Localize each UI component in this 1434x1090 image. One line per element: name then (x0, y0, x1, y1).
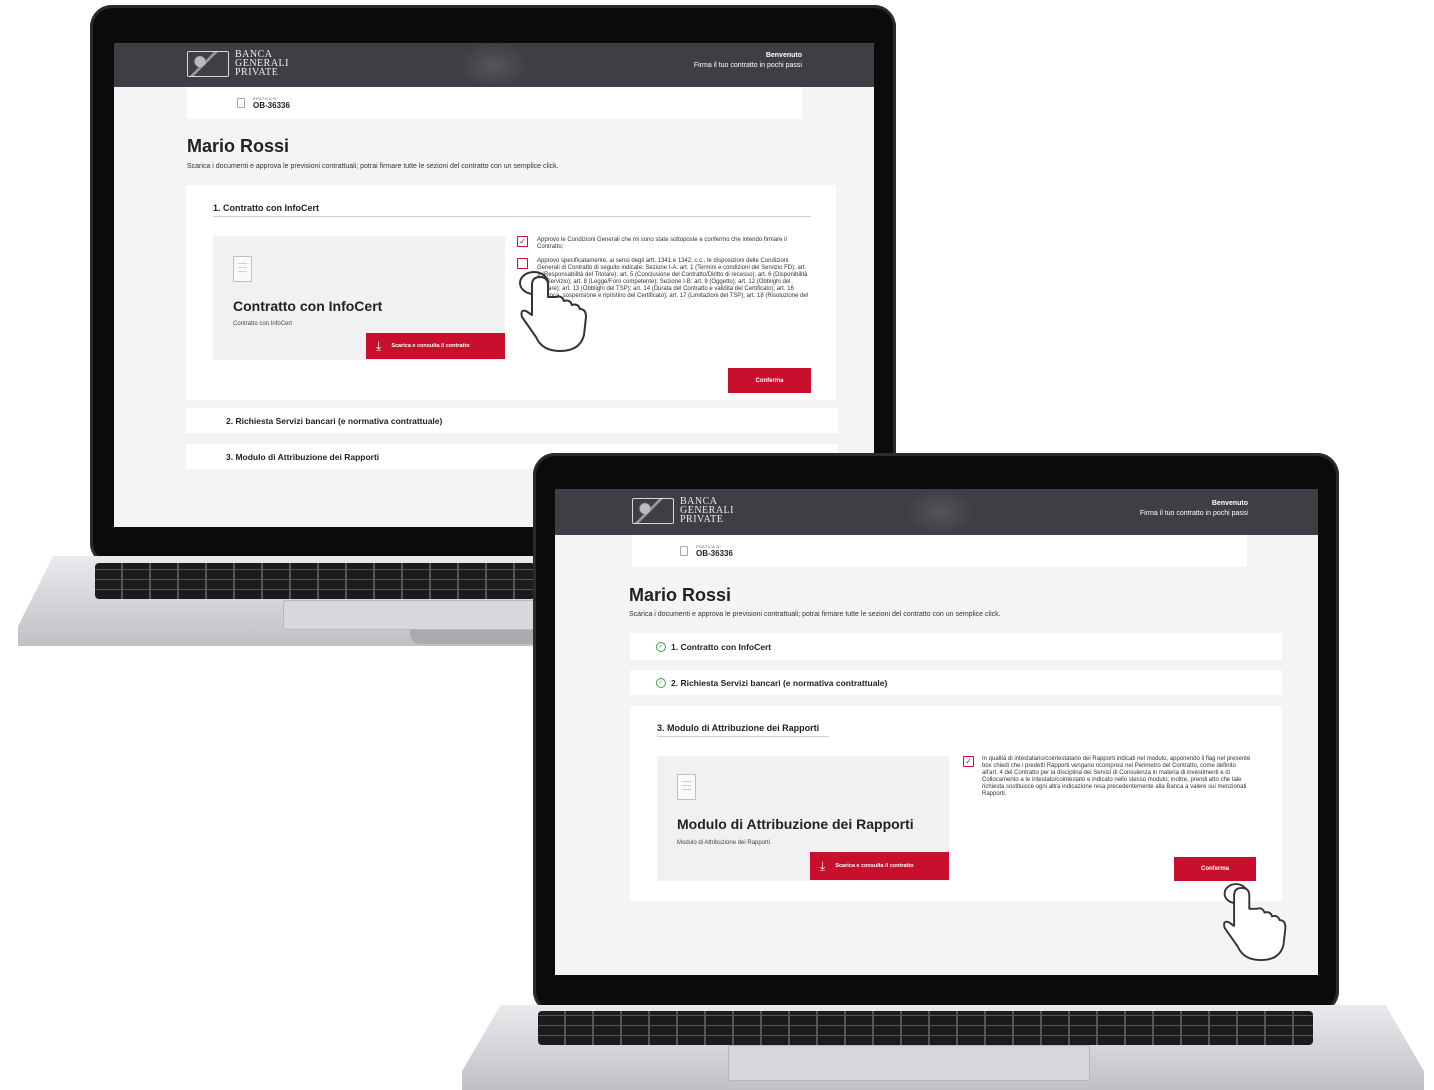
document-icon (680, 546, 688, 556)
logo-line: PRIVATE (680, 514, 724, 525)
logo-line: PRIVATE (235, 67, 279, 78)
document-subtitle: Modulo di Attribuzione dei Rapporti (677, 840, 771, 846)
check-icon: ✓ (965, 757, 972, 766)
section-title: 1. Contratto con InfoCert (213, 203, 319, 213)
welcome-subtitle: Firma il tuo contratto in pochi passi (1139, 510, 1248, 517)
welcome-title: Benvenuto (1211, 500, 1248, 507)
section-title: 2. Richiesta Servizi bancari (e normativ… (671, 678, 888, 688)
check-circle-icon: ✓ (656, 678, 666, 688)
section-title: 2. Richiesta Servizi bancari (e normativ… (226, 416, 443, 426)
pratica-bar: PRATICA N° OB-36336 (187, 87, 802, 119)
pratica-code: OB-36336 (253, 101, 290, 110)
attribution-consent-checkbox[interactable]: ✓ (963, 756, 974, 767)
download-label: Scarica e consulta il contratto (391, 343, 470, 349)
approve-terms-text: Approvo le Condizioni Generali che mi so… (537, 237, 787, 250)
divider (213, 216, 811, 217)
check-circle-icon: ✓ (656, 642, 666, 652)
user-name: Mario Rossi (629, 585, 732, 605)
welcome-text: Benvenuto Firma il tuo contratto in poch… (1140, 499, 1248, 519)
confirm-button[interactable]: Conferma (728, 368, 811, 393)
download-contract-button[interactable]: ⤓ Scarica e consulta il contratto (810, 852, 949, 880)
lion-logo-icon (187, 50, 229, 77)
download-contract-button[interactable]: ⤓ Scarica e consulta il contratto (366, 333, 505, 359)
brand-logo: BANCA GENERALI PRIVATE (187, 50, 289, 78)
document-icon (677, 774, 696, 800)
user-name: Mario Rossi (187, 136, 290, 156)
attribution-consent-text: In qualità di intestatario/cointestatari… (982, 756, 1251, 797)
document-subtitle: Contratto con InfoCert (233, 321, 293, 327)
app-header: BANCA GENERALI PRIVATE Benvenuto Firma i… (555, 489, 1318, 535)
document-icon (233, 256, 252, 282)
pointing-hand-icon (1223, 883, 1287, 962)
document-icon (237, 98, 245, 108)
pratica-code: OB-36336 (696, 549, 733, 558)
brand-logo: BANCA GENERALI PRIVATE (632, 497, 734, 525)
screen-contract-step3: BANCA GENERALI PRIVATE Benvenuto Firma i… (555, 489, 1318, 975)
lion-logo-icon (632, 497, 674, 524)
document-title: Modulo di Attribuzione dei Rapporti (677, 816, 914, 832)
welcome-text: Benvenuto Firma il tuo contratto in poch… (694, 51, 802, 71)
approve-terms-checkbox[interactable]: ✓ (517, 236, 528, 247)
section-title: 1. Contratto con InfoCert (671, 642, 772, 652)
lion-watermark-icon (459, 43, 529, 89)
download-icon: ⤓ (376, 339, 382, 353)
app-header: BANCA GENERALI PRIVATE Benvenuto Firma i… (114, 43, 874, 89)
download-label: Scarica e consulta il contratto (835, 863, 914, 869)
check-icon: ✓ (519, 237, 526, 246)
document-title: Contratto con InfoCert (233, 298, 383, 314)
pratica-bar: PRATICA N° OB-36336 (632, 535, 1247, 567)
page-subtitle: Scarica i documenti e approva le previsi… (187, 163, 559, 170)
download-icon: ⤓ (820, 859, 826, 873)
section-title: 3. Modulo di Attribuzione dei Rapporti (657, 723, 820, 733)
welcome-subtitle: Firma il tuo contratto in pochi passi (693, 62, 802, 69)
pointing-hand-icon (519, 271, 587, 352)
confirm-button[interactable]: Conferma (1174, 857, 1256, 881)
divider (657, 736, 829, 737)
welcome-title: Benvenuto (765, 52, 802, 59)
lion-watermark-icon (905, 489, 975, 535)
page-subtitle: Scarica i documenti e approva le previsi… (629, 611, 1001, 618)
section-title: 3. Modulo di Attribuzione dei Rapporti (226, 452, 380, 462)
